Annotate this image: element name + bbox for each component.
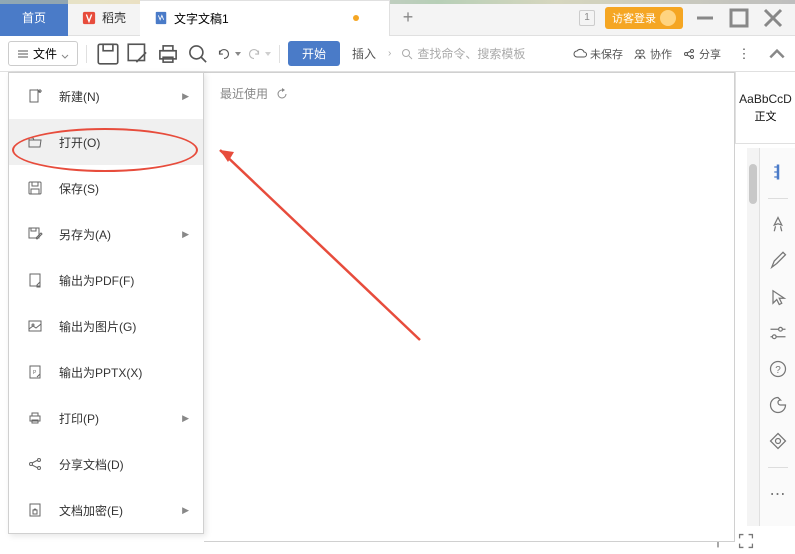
svg-text:P: P <box>33 370 37 376</box>
lock-icon <box>27 502 43 518</box>
menu-item-label: 打开(O) <box>59 134 100 151</box>
submenu-arrow-icon: ▶ <box>182 505 189 516</box>
menu-item-label: 输出为图片(G) <box>59 318 136 335</box>
save-icon <box>27 180 43 196</box>
pdf-icon <box>27 272 43 288</box>
close-button[interactable] <box>761 6 785 30</box>
minimize-button[interactable] <box>693 6 717 30</box>
people-icon <box>633 47 647 61</box>
menu-item-label: 输出为PPTX(X) <box>59 364 142 381</box>
menu-item-label: 另存为(A) <box>59 226 111 243</box>
vertical-scrollbar[interactable] <box>747 148 759 526</box>
refresh-icon[interactable] <box>276 88 288 100</box>
menu-item-label: 保存(S) <box>59 180 99 197</box>
sliders-icon[interactable] <box>768 323 788 343</box>
diamond-icon[interactable] <box>768 431 788 451</box>
file-menu-dropdown: 新建(N) ▶ 打开(O) 保存(S) 另存为(A) ▶ 输出为PDF(F) 输出为图片(G)… <box>8 72 204 534</box>
main-toolbar: 文件 开始 插入 › 查找命令、搜索模板 未保存 协作 分享 ⋮ <box>0 36 795 72</box>
file-menu-item-6[interactable]: P 输出为PPTX(X) <box>9 349 203 395</box>
save-button[interactable] <box>95 41 121 67</box>
style-gallery[interactable]: AaBbCcD 正文 <box>735 72 795 144</box>
separator <box>768 467 788 468</box>
tab-document[interactable]: 文字文稿1 <box>140 0 390 36</box>
preview-button[interactable] <box>185 41 211 67</box>
print-icon <box>27 410 43 426</box>
recent-panel: 最近使用 <box>204 72 735 542</box>
recent-header: 最近使用 <box>220 85 718 102</box>
separator <box>768 198 788 199</box>
folder-open-icon <box>27 134 43 150</box>
tab-home[interactable]: 首页 <box>0 0 68 36</box>
submenu-arrow-icon: ▶ <box>182 91 189 102</box>
right-side-toolbar: ? ⋯ <box>759 148 795 526</box>
ribbon-tab-insert[interactable]: 插入 <box>344 41 384 66</box>
file-menu-item-3[interactable]: 另存为(A) ▶ <box>9 211 203 257</box>
menu-item-label: 分享文档(D) <box>59 456 124 473</box>
menu-item-label: 打印(P) <box>59 410 99 427</box>
maximize-button[interactable] <box>727 6 751 30</box>
file-menu-item-7[interactable]: 打印(P) ▶ <box>9 395 203 441</box>
pptx-icon: P <box>27 364 43 380</box>
file-menu-item-2[interactable]: 保存(S) <box>9 165 203 211</box>
print-button[interactable] <box>155 41 181 67</box>
file-menu-item-5[interactable]: 输出为图片(G) <box>9 303 203 349</box>
redo-button[interactable] <box>245 41 271 67</box>
file-menu-item-1[interactable]: 打开(O) <box>9 119 203 165</box>
palette-icon[interactable] <box>768 395 788 415</box>
svg-text:?: ? <box>775 365 781 376</box>
menu-item-label: 输出为PDF(F) <box>59 272 134 289</box>
divider <box>279 45 280 63</box>
undo-button[interactable] <box>215 41 241 67</box>
search-icon <box>401 48 413 60</box>
file-menu-item-9[interactable]: 文档加密(E) ▶ <box>9 487 203 533</box>
title-bar: 首页 稻壳 文字文稿1 + 1 访客登录 <box>0 0 795 36</box>
cursor-icon[interactable] <box>768 287 788 307</box>
image-icon <box>27 318 43 334</box>
pen-icon[interactable] <box>768 251 788 271</box>
collab-button[interactable]: 协作 <box>633 46 672 62</box>
chevron-down-icon <box>61 50 69 58</box>
collapse-ribbon-button[interactable] <box>767 44 787 64</box>
counter-badge[interactable]: 1 <box>579 10 595 26</box>
new-tab-button[interactable]: + <box>390 0 426 36</box>
titlebar-accent <box>0 0 795 4</box>
fullscreen-button[interactable] <box>737 532 755 550</box>
modified-dot <box>353 15 359 21</box>
save-as-button[interactable] <box>125 41 151 67</box>
ruler-icon[interactable] <box>768 162 788 182</box>
menu-item-label: 文档加密(E) <box>59 502 123 519</box>
login-badge[interactable]: 访客登录 <box>605 7 683 29</box>
hamburger-icon <box>17 48 29 60</box>
shell-icon <box>82 11 96 25</box>
search-box[interactable]: 查找命令、搜索模板 <box>395 45 531 62</box>
tab-shell[interactable]: 稻壳 <box>68 0 140 36</box>
submenu-arrow-icon: ▶ <box>182 229 189 240</box>
file-menu-item-4[interactable]: 输出为PDF(F) <box>9 257 203 303</box>
scroll-thumb[interactable] <box>749 164 757 204</box>
rocket-icon[interactable] <box>768 215 788 235</box>
file-menu-item-0[interactable]: 新建(N) ▶ <box>9 73 203 119</box>
share-icon <box>27 456 43 472</box>
cloud-icon <box>573 47 587 61</box>
file-menu-item-8[interactable]: 分享文档(D) <box>9 441 203 487</box>
share-icon <box>682 47 696 61</box>
ribbon-tab-start[interactable]: 开始 <box>288 41 340 66</box>
save-as-icon <box>27 226 43 242</box>
submenu-arrow-icon: ▶ <box>182 413 189 424</box>
unsaved-indicator[interactable]: 未保存 <box>573 46 623 62</box>
menu-item-label: 新建(N) <box>59 88 100 105</box>
doc-icon <box>154 11 168 25</box>
dots-icon[interactable]: ⋯ <box>768 484 788 504</box>
file-menu-button[interactable]: 文件 <box>8 41 78 66</box>
share-button[interactable]: 分享 <box>682 46 721 62</box>
divider <box>86 45 87 63</box>
help-icon[interactable]: ? <box>768 359 788 379</box>
chevron-right-icon[interactable]: › <box>388 48 391 59</box>
avatar <box>660 10 676 26</box>
more-button[interactable]: ⋮ <box>731 41 757 67</box>
new-file-icon <box>27 88 43 104</box>
